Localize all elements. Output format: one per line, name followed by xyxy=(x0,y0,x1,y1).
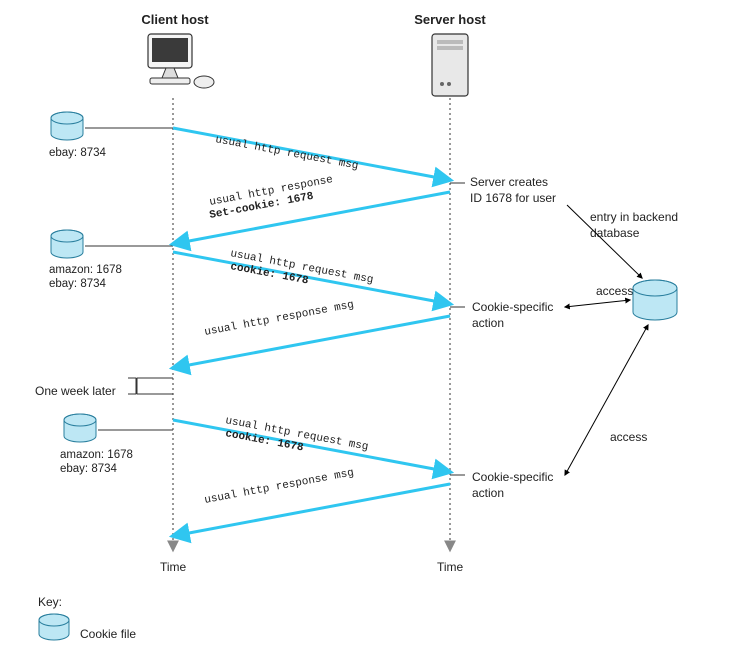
msg-6-text: usual http response msg xyxy=(204,467,355,507)
msg-6-arrow xyxy=(173,484,450,536)
access-1-arrow xyxy=(565,300,630,307)
access-2-arrow xyxy=(565,325,648,475)
msg-3-arrow xyxy=(173,252,450,304)
cookie-file-3-icon xyxy=(64,414,96,442)
week-bracket-lines xyxy=(137,378,173,394)
cookie-file-2-icon xyxy=(51,230,83,258)
entry-to-db-arrow xyxy=(567,205,642,278)
week-bracket-icon xyxy=(128,378,136,394)
msg-4-arrow xyxy=(173,316,450,368)
msg-4-text: usual http response msg xyxy=(204,299,355,339)
diagram-canvas: usual http request msg usual http respon… xyxy=(0,0,730,659)
key-cookie-icon xyxy=(39,614,69,640)
server-icon xyxy=(432,34,468,96)
msg-1-text: usual http request msg xyxy=(214,134,359,173)
database-icon xyxy=(633,280,677,320)
msg-5-arrow xyxy=(173,420,450,472)
computer-icon xyxy=(148,34,214,88)
cookie-file-1-icon xyxy=(51,112,83,140)
